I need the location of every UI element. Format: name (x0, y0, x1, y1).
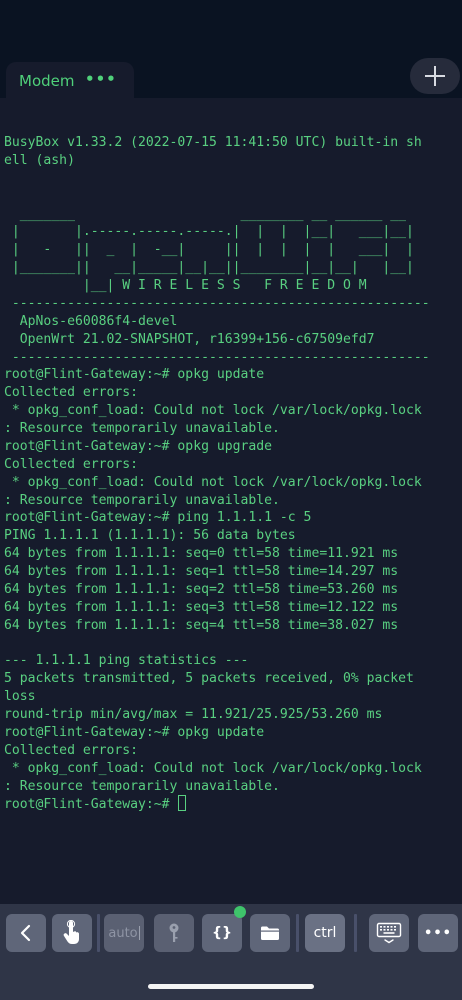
tab-menu-button[interactable]: ••• (85, 70, 117, 88)
terminal-line: Collected errors: (4, 385, 139, 401)
auto-input-button[interactable]: auto (104, 914, 144, 952)
ctrl-label: ctrl (313, 925, 337, 941)
terminal-view[interactable]: BusyBox v1.33.2 (2022-07-15 11:41:50 UTC… (0, 98, 462, 904)
terminal-line: loss (4, 689, 36, 705)
terminal-line: root@Flint-Gateway:~# opkg update (4, 724, 265, 740)
terminal-line: PING 1.1.1.1 (1.1.1.1): 56 data bytes (4, 528, 296, 544)
tab-bar: Modem ••• (0, 0, 462, 102)
terminal-line: 64 bytes from 1.1.1.1: seq=0 ttl=58 time… (4, 546, 399, 562)
add-tab-button[interactable] (410, 58, 460, 94)
tab-modem[interactable]: Modem ••• (6, 62, 134, 102)
terminal-line: 64 bytes from 1.1.1.1: seq=2 ttl=58 time… (4, 581, 399, 597)
terminal-output: BusyBox v1.33.2 (2022-07-15 11:41:50 UTC… (4, 134, 430, 814)
terminal-line: --- 1.1.1.1 ping statistics --- (4, 653, 249, 669)
braces-label: {} (212, 925, 232, 941)
terminal-line: ApNos-e60086f4-devel (19, 313, 178, 329)
terminal-line: 64 bytes from 1.1.1.1: seq=3 ttl=58 time… (4, 599, 399, 615)
braces-button[interactable]: {} (202, 914, 242, 952)
terminal-line: * opkg_conf_load: Could not lock /var/lo… (11, 760, 422, 776)
tab-label: Modem (19, 72, 75, 90)
terminal-line: : Resource temporarily unavailable. (4, 421, 280, 436)
key-button[interactable] (154, 914, 194, 952)
home-indicator[interactable] (148, 984, 314, 989)
keyboard-hide-icon (376, 922, 402, 944)
terminal-line: round-trip min/avg/max = 11.921/25.925/5… (4, 707, 383, 722)
terminal-line: ell (ash) (4, 152, 75, 168)
terminal-line: OpenWrt 21.02-SNAPSHOT, r16399+156-c6750… (19, 331, 375, 347)
terminal-line: root@Flint-Gateway:~# opkg upgrade (4, 438, 273, 454)
terminal-line: root@Flint-Gateway:~# opkg update (4, 367, 265, 383)
files-button[interactable] (250, 914, 290, 952)
terminal-prompt: root@Flint-Gateway:~# (4, 797, 178, 813)
terminal-line: root@Flint-Gateway:~# ping 1.1.1.1 -c 5 (4, 510, 312, 526)
terminal-line: : Resource temporarily unavailable. (4, 492, 280, 508)
terminal-line: ----------------------------------------… (11, 295, 430, 311)
auto-label: auto (108, 925, 138, 941)
terminal-line: Collected errors: (4, 456, 139, 472)
terminal-line: BusyBox v1.33.2 (2022-07-15 11:41:50 UTC… (4, 135, 422, 150)
terminal-line: _______ ________ __ ______ __ (19, 206, 407, 222)
back-button[interactable] (6, 914, 46, 952)
text-caret-icon (138, 926, 140, 940)
toolbar-divider (97, 914, 100, 952)
chevron-left-icon (19, 924, 33, 942)
terminal-line: | |.-----.-----.-----.| | | |__| ___|__| (11, 224, 414, 240)
terminal-cursor (178, 795, 187, 812)
terminal-line: Collected errors: (4, 742, 139, 758)
status-indicator-dot (234, 906, 246, 918)
key-icon (167, 922, 181, 944)
toolbar-divider (296, 914, 299, 952)
terminal-line: 64 bytes from 1.1.1.1: seq=4 ttl=58 time… (4, 617, 399, 633)
terminal-line: 64 bytes from 1.1.1.1: seq=1 ttl=58 time… (4, 564, 399, 579)
touch-mode-button[interactable] (52, 914, 92, 952)
ctrl-key-button[interactable]: ctrl (305, 914, 345, 952)
hide-keyboard-button[interactable] (369, 914, 409, 952)
folder-icon (260, 925, 280, 941)
terminal-line: |_______|| __|_____|__|__||________|__|_… (11, 260, 414, 276)
terminal-line: |__| W I R E L E S S F R E E D O M (82, 278, 367, 293)
more-options-button[interactable]: ••• (418, 914, 458, 952)
touch-hand-icon (61, 920, 83, 946)
terminal-line: * opkg_conf_load: Could not lock /var/lo… (11, 403, 422, 419)
more-label: ••• (424, 925, 452, 941)
terminal-line: : Resource temporarily unavailable. (4, 778, 280, 794)
terminal-line: ----------------------------------------… (11, 349, 430, 365)
terminal-line: * opkg_conf_load: Could not lock /var/lo… (11, 474, 422, 490)
toolbar-divider (354, 914, 357, 952)
terminal-line: | - || _ | -__| || | | | | ___| | (11, 242, 414, 258)
terminal-line: 5 packets transmitted, 5 packets receive… (4, 671, 414, 687)
